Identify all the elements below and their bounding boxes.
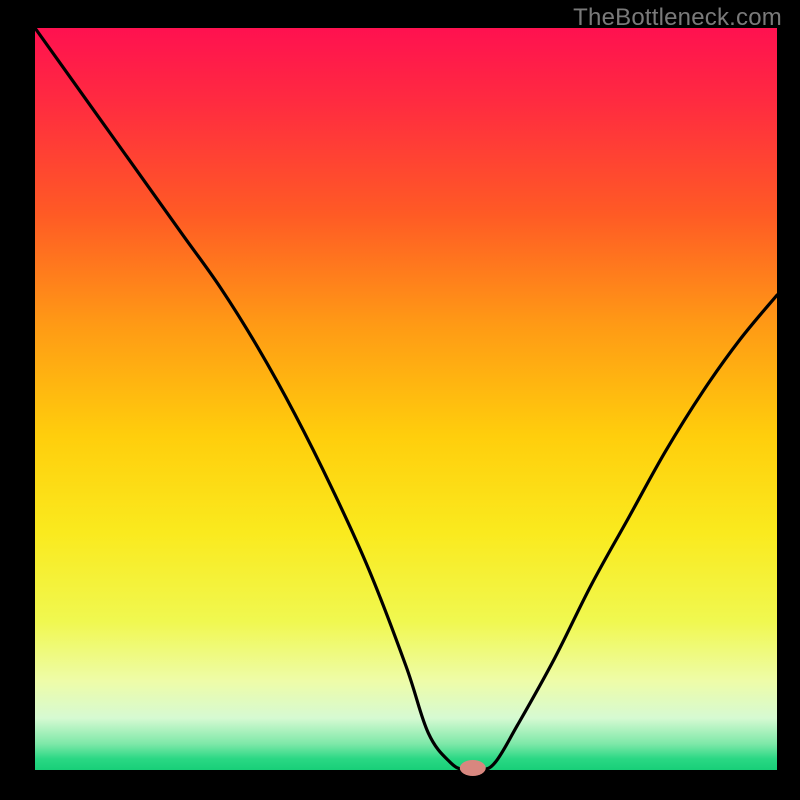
chart-frame: TheBottleneck.com <box>0 0 800 800</box>
bottleneck-curve-chart <box>0 0 800 800</box>
watermark-text: TheBottleneck.com <box>573 4 782 32</box>
optimal-point-marker <box>460 760 486 776</box>
plot-background <box>35 28 777 770</box>
